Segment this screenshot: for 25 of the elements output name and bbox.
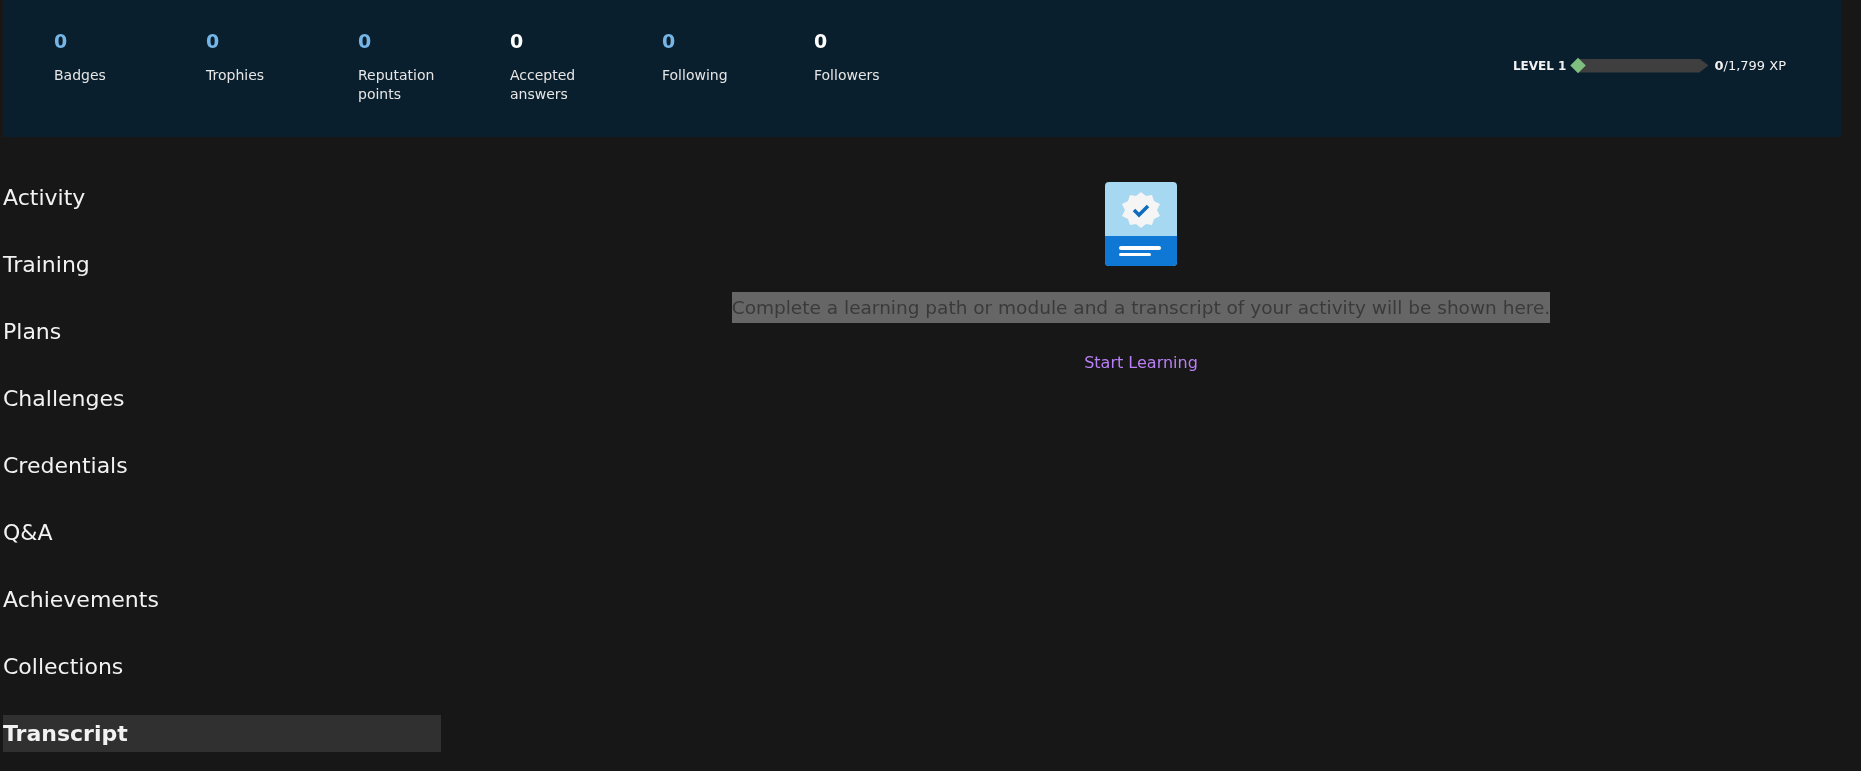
stat-label: Reputation points [358,66,436,104]
stat-label: Following [662,66,729,85]
start-learning-link[interactable]: Start Learning [1084,353,1198,372]
xp-reading: 0/1,799 XP [1714,58,1786,73]
level-label: LEVEL 1 [1512,58,1567,73]
sidebar-item[interactable]: Training [3,246,441,283]
stat-count: 0 [814,30,828,52]
stat-label: Badges [54,66,107,85]
stat-count: 0 [662,30,676,52]
stat-label: Trophies [206,66,266,85]
sidebar-item[interactable]: Transcript [3,715,441,752]
stat-count: 0 [358,30,372,52]
sidebar-item[interactable]: Credentials [3,447,441,484]
stat-label: Accepted answers [510,66,577,104]
sidebar-item[interactable]: Challenges [3,380,441,417]
stat-count: 0 [206,30,220,52]
stat-count: 0 [510,30,524,52]
sidebar-item[interactable]: Collections [3,648,441,685]
sidebar-item[interactable]: Activity [3,179,441,216]
stat-count: 0 [54,30,68,52]
stat-label: Followers [814,66,881,85]
certificate-icon [1105,182,1177,266]
sidebar-item[interactable]: Achievements [3,581,441,618]
sidebar-item[interactable]: Plans [3,313,441,350]
sidebar-item[interactable]: Q&A [3,514,441,551]
